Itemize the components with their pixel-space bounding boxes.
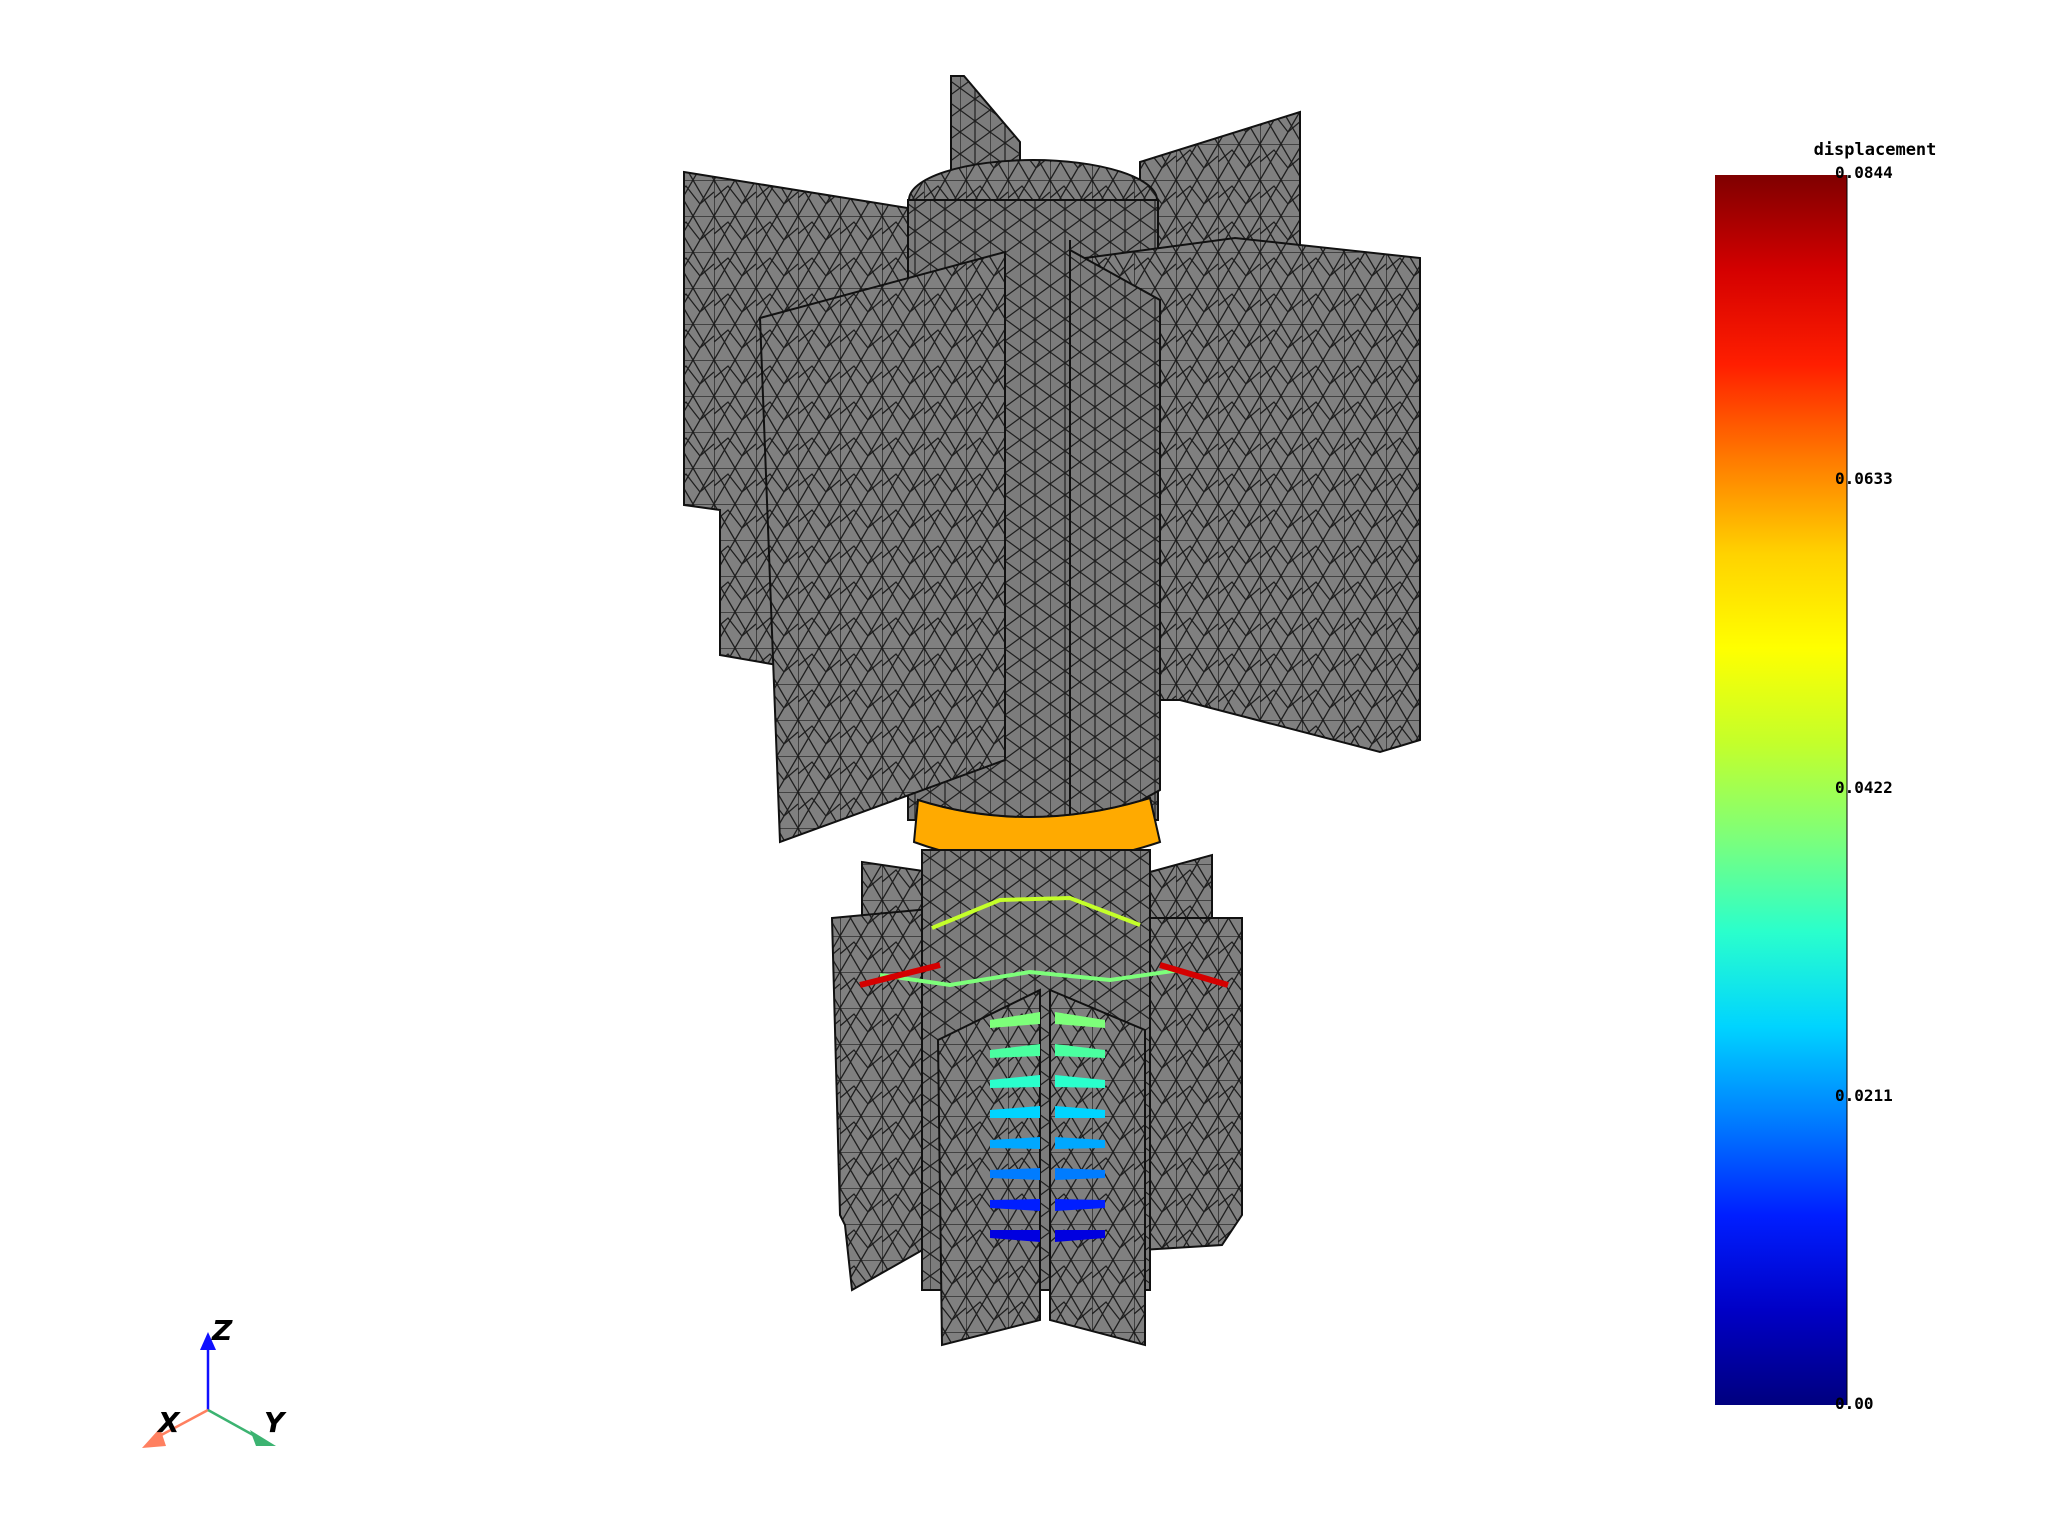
fin-front-left: [758, 250, 1006, 844]
colorbar-tick-min: 0.00: [1835, 1394, 1874, 1413]
colorbar: [1715, 175, 1848, 1405]
y-axis-label: Y: [264, 1406, 287, 1439]
colorbar-tick-2: 0.0633: [1835, 469, 1893, 488]
x-axis-label: X: [156, 1406, 181, 1439]
colorbar-tick-4: 0.0211: [1835, 1086, 1893, 1105]
orientation-axes: Z X Y: [142, 1314, 287, 1448]
lower-fin-front-right: [1049, 988, 1146, 1347]
upper-fins: [683, 75, 1421, 844]
colorbar-tick-3: 0.0422: [1835, 778, 1893, 797]
colorbar-tick-max: 0.0844: [1835, 163, 1893, 182]
3d-viewport[interactable]: Z X Y: [0, 0, 2048, 1536]
colorbar-title: displacement: [1813, 140, 1937, 160]
lower-fin-front-left: [936, 988, 1041, 1347]
colorbar-gradient: [1715, 175, 1847, 1405]
fin-front-right: [1069, 248, 1161, 842]
z-axis-label: Z: [211, 1314, 233, 1347]
